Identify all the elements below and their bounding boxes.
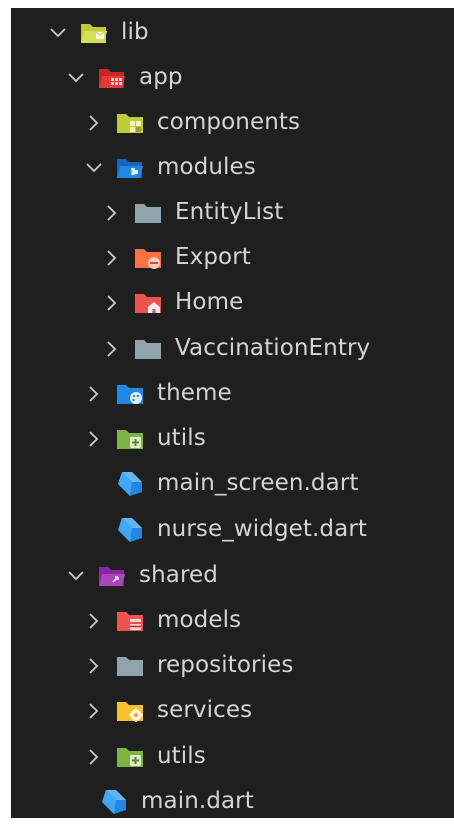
- chevron-right-icon[interactable]: [101, 326, 123, 371]
- tree-item-label: utils: [157, 743, 206, 769]
- tree-item-label: models: [157, 607, 242, 633]
- tree-item-label: main.dart: [141, 788, 254, 814]
- tree-item-label: main_screen.dart: [157, 470, 359, 496]
- chevron-down-icon[interactable]: [65, 55, 87, 100]
- chevron-right-icon[interactable]: [83, 643, 105, 688]
- explorer-tree: lib app components modules EntityList Ex…: [11, 8, 454, 818]
- tree-item-label: utils: [157, 425, 206, 451]
- chevron-right-icon[interactable]: [83, 100, 105, 145]
- tree-item-label: EntityList: [175, 199, 284, 225]
- tree-item-label: lib: [121, 19, 149, 45]
- chevron-right-icon[interactable]: [83, 734, 105, 779]
- tree-item-services[interactable]: services: [11, 688, 454, 733]
- tree-item-label: VaccinationEntry: [175, 335, 371, 361]
- tree-item-label: modules: [157, 154, 256, 180]
- tree-item-models[interactable]: models: [11, 598, 454, 643]
- tree-item-entitylist[interactable]: EntityList: [11, 190, 454, 235]
- tree-item-label: repositories: [157, 652, 294, 678]
- tree-item-utils[interactable]: utils: [11, 734, 454, 779]
- tree-item-app[interactable]: app: [11, 55, 454, 100]
- tree-item-label: app: [139, 64, 183, 90]
- folder-lib-open-icon: [79, 20, 109, 46]
- folder-icon: [133, 336, 163, 362]
- chevron-down-icon[interactable]: [83, 145, 105, 190]
- tree-item-modules[interactable]: modules: [11, 145, 454, 190]
- folder-app-open-icon: [97, 65, 127, 91]
- tree-item-main-dart[interactable]: main.dart: [11, 779, 454, 824]
- folder-utils-icon: [115, 426, 145, 452]
- chevron-right-icon[interactable]: [83, 688, 105, 733]
- folder-utils-icon: [115, 744, 145, 770]
- tree-item-utils[interactable]: utils: [11, 416, 454, 461]
- folder-home-icon: [133, 290, 163, 316]
- tree-item-shared[interactable]: shared: [11, 553, 454, 598]
- tree-item-nurse-widget-dart[interactable]: nurse_widget.dart: [11, 507, 454, 552]
- folder-export-icon: [133, 245, 163, 271]
- chevron-right-icon[interactable]: [101, 235, 123, 280]
- tree-item-label: Home: [175, 289, 244, 315]
- tree-item-label: services: [157, 697, 253, 723]
- tree-item-label: Export: [175, 244, 251, 270]
- folder-services-icon: [115, 698, 145, 724]
- folder-icon: [115, 653, 145, 679]
- tree-item-lib[interactable]: lib: [11, 10, 454, 55]
- chevron-down-icon[interactable]: [65, 553, 87, 598]
- tree-item-label: components: [157, 109, 301, 135]
- tree-item-vaccinationentry[interactable]: VaccinationEntry: [11, 326, 454, 371]
- dart-file-icon: [115, 471, 145, 497]
- chevron-right-icon[interactable]: [101, 190, 123, 235]
- tree-item-repositories[interactable]: repositories: [11, 643, 454, 688]
- folder-theme-icon: [115, 381, 145, 407]
- tree-item-theme[interactable]: theme: [11, 371, 454, 416]
- chevron-right-icon[interactable]: [83, 371, 105, 416]
- dart-file-icon: [99, 789, 129, 815]
- tree-item-label: nurse_widget.dart: [157, 516, 367, 542]
- folder-components-icon: [115, 110, 145, 136]
- chevron-right-icon[interactable]: [83, 598, 105, 643]
- folder-icon: [133, 200, 163, 226]
- tree-item-label: theme: [157, 380, 232, 406]
- tree-item-main-screen-dart[interactable]: main_screen.dart: [11, 461, 454, 506]
- tree-item-label: shared: [139, 562, 218, 588]
- chevron-right-icon[interactable]: [101, 280, 123, 325]
- folder-models-icon: [115, 608, 145, 634]
- dart-file-icon: [115, 517, 145, 543]
- chevron-right-icon[interactable]: [83, 416, 105, 461]
- chevron-down-icon[interactable]: [47, 10, 69, 55]
- tree-item-components[interactable]: components: [11, 100, 454, 145]
- tree-item-export[interactable]: Export: [11, 235, 454, 280]
- folder-shared-open-icon: [97, 563, 127, 589]
- folder-modules-open-icon: [115, 155, 145, 181]
- tree-item-home[interactable]: Home: [11, 280, 454, 325]
